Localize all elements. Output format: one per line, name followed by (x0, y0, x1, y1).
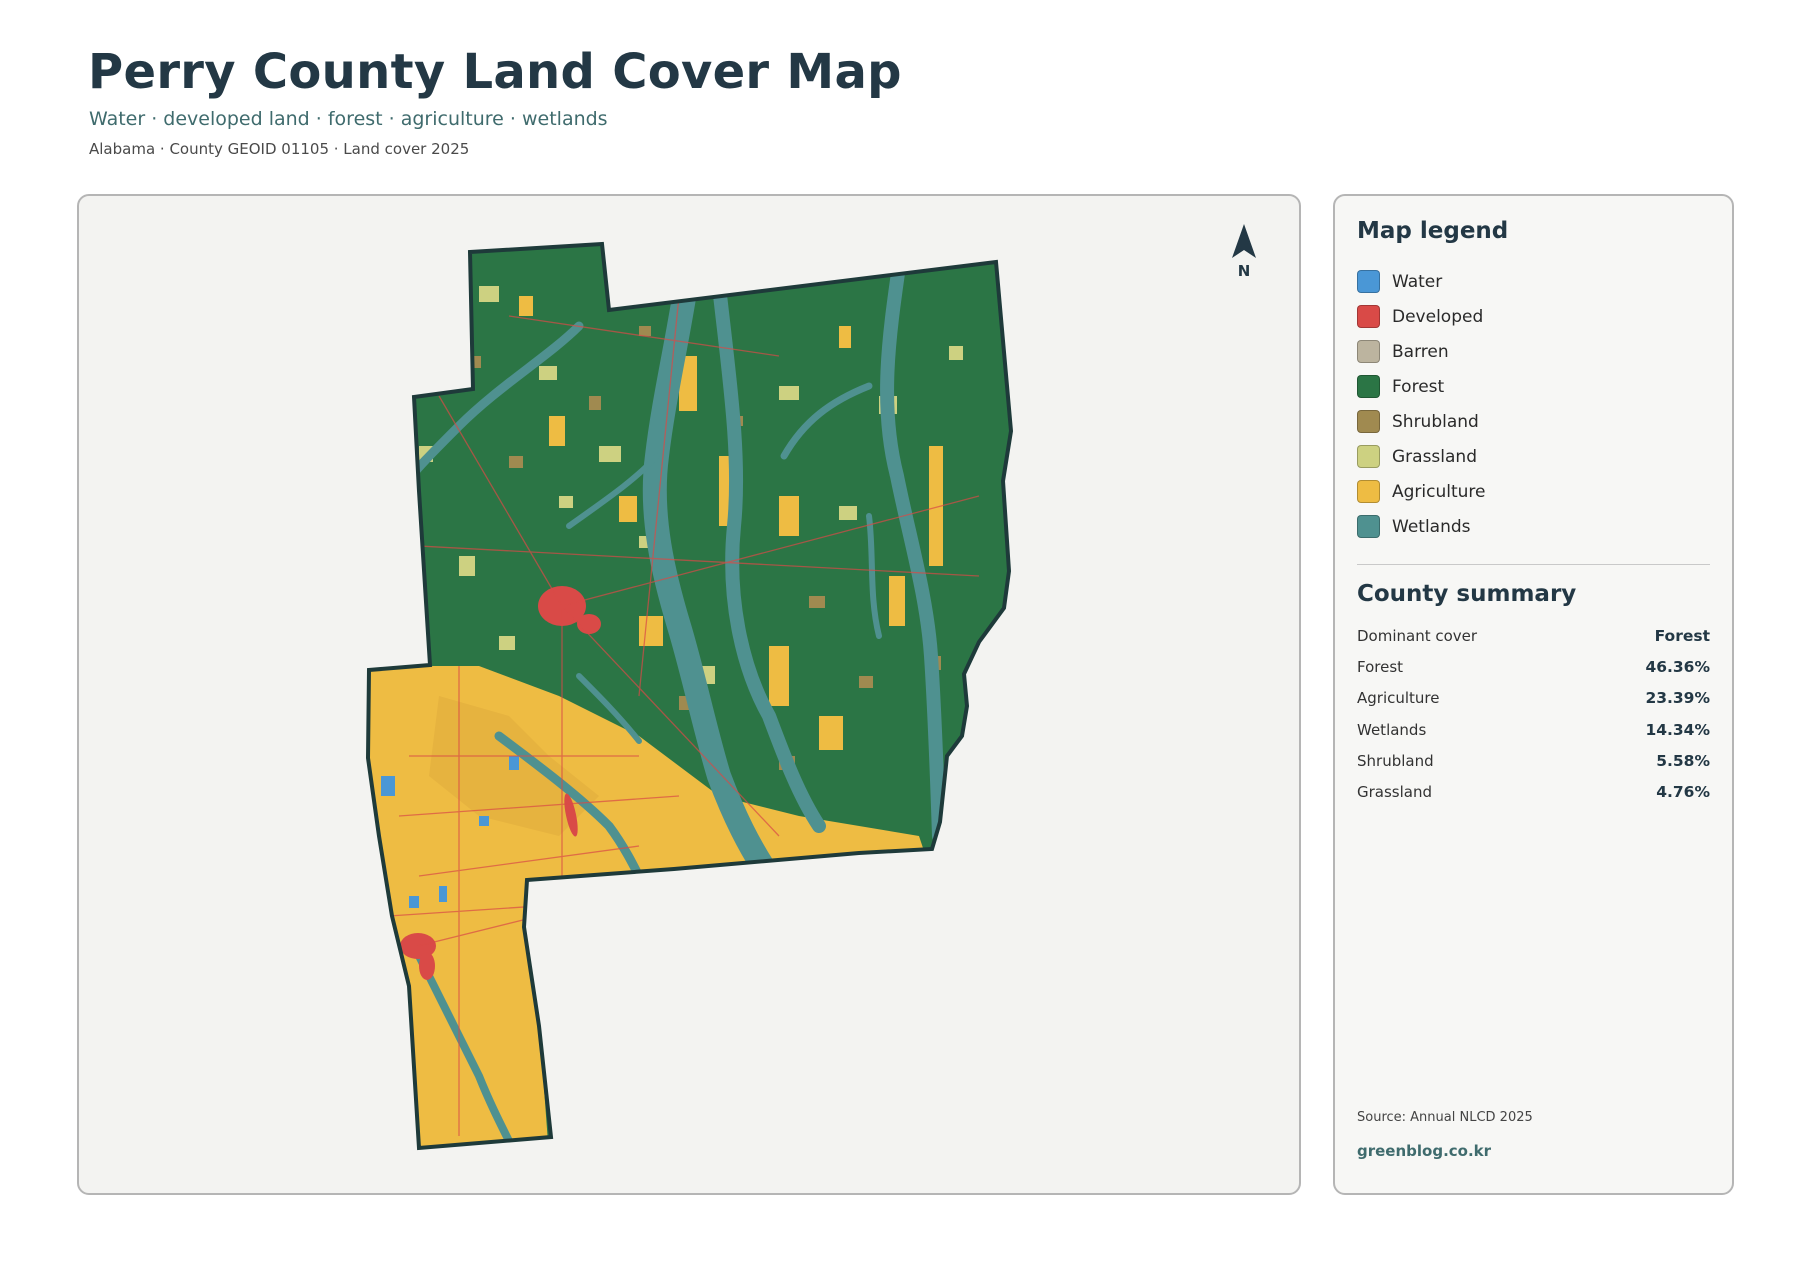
legend-swatch (1357, 340, 1380, 363)
summary-value: 46.36% (1645, 657, 1710, 676)
legend-swatch (1357, 410, 1380, 433)
summary-value: 14.34% (1645, 720, 1710, 739)
side-panel: Map legend Water Developed Barren Forest… (1333, 194, 1734, 1195)
summary-row-wetlands: Wetlands 14.34% (1357, 714, 1710, 745)
legend-item-barren: Barren (1357, 334, 1486, 369)
legend-swatch (1357, 270, 1380, 293)
summary-key: Wetlands (1357, 720, 1427, 739)
legend-label: Grassland (1392, 446, 1477, 467)
legend-title: Map legend (1357, 218, 1509, 244)
legend-label: Shrubland (1392, 411, 1479, 432)
land-cover-raster (368, 244, 1011, 1148)
north-arrow-icon (1232, 224, 1256, 258)
summary-value: 5.58% (1656, 751, 1710, 770)
legend-label: Agriculture (1392, 481, 1486, 502)
summary-value: 23.39% (1645, 689, 1710, 708)
legend-label: Forest (1392, 376, 1445, 397)
map-panel[interactable] (77, 194, 1301, 1195)
legend-item-developed: Developed (1357, 299, 1486, 334)
north-arrow: N (1223, 222, 1265, 286)
legend-item-water: Water (1357, 264, 1486, 299)
page-title: Perry County Land Cover Map (88, 44, 902, 100)
legend-list: Water Developed Barren Forest Shrubland … (1357, 264, 1486, 544)
legend-item-shrubland: Shrubland (1357, 404, 1486, 439)
summary-row-agriculture: Agriculture 23.39% (1357, 683, 1710, 714)
site-link[interactable]: greenblog.co.kr (1357, 1142, 1491, 1160)
legend-item-forest: Forest (1357, 369, 1486, 404)
legend-swatch (1357, 480, 1380, 503)
legend-label: Wetlands (1392, 516, 1471, 537)
legend-label: Developed (1392, 306, 1484, 327)
summary-list: Dominant cover Forest Forest 46.36% Agri… (1357, 620, 1710, 808)
legend-swatch (1357, 515, 1380, 538)
legend-label: Barren (1392, 341, 1449, 362)
summary-title: County summary (1357, 581, 1577, 607)
summary-key: Agriculture (1357, 689, 1440, 708)
summary-key: Dominant cover (1357, 626, 1478, 645)
summary-value: Forest (1654, 626, 1710, 645)
legend-swatch (1357, 375, 1380, 398)
page-meta: Alabama · County GEOID 01105 · Land cove… (89, 140, 470, 158)
summary-key: Shrubland (1357, 751, 1434, 770)
legend-swatch (1357, 445, 1380, 468)
summary-key: Grassland (1357, 783, 1432, 802)
legend-item-wetlands: Wetlands (1357, 509, 1486, 544)
summary-row-forest: Forest 46.36% (1357, 651, 1710, 682)
legend-item-agriculture: Agriculture (1357, 474, 1486, 509)
legend-item-grassland: Grassland (1357, 439, 1486, 474)
panel-divider (1357, 564, 1710, 565)
summary-row-grassland: Grassland 4.76% (1357, 776, 1710, 807)
page-subtitle: Water · developed land · forest · agricu… (89, 108, 608, 130)
north-label: N (1237, 262, 1251, 280)
source-note: Source: Annual NLCD 2025 (1357, 1110, 1533, 1125)
legend-swatch (1357, 305, 1380, 328)
legend-label: Water (1392, 271, 1443, 292)
summary-key: Forest (1357, 657, 1404, 676)
summary-row-shrubland: Shrubland 5.58% (1357, 745, 1710, 776)
summary-row-dominant: Dominant cover Forest (1357, 620, 1710, 651)
county-map[interactable] (79, 196, 1301, 1195)
summary-value: 4.76% (1656, 783, 1710, 802)
